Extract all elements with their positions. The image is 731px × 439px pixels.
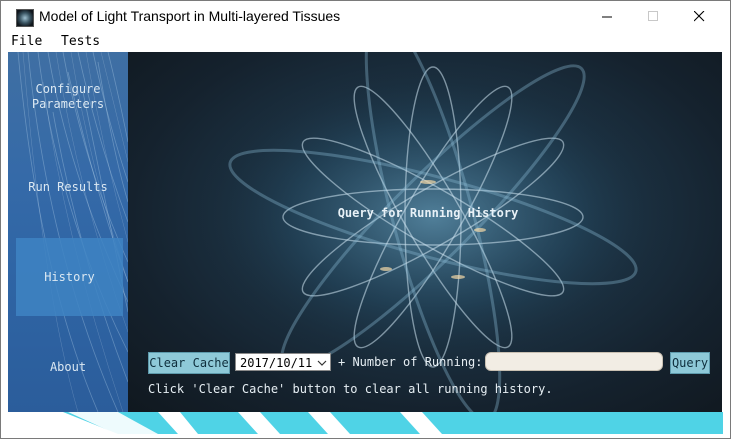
sidebar-item-configure-parameters[interactable]: Configure Parameters (8, 68, 128, 126)
running-count-input[interactable] (485, 352, 663, 371)
sidebar-item-history[interactable]: History (16, 238, 123, 316)
sidebar-item-label: Run Results (28, 179, 108, 194)
title-bar: Model of Light Transport in Multi-layere… (1, 1, 730, 32)
app-icon (16, 9, 34, 27)
window-border-bottom (1, 434, 730, 438)
menu-bar: File Tests (1, 32, 730, 52)
sidebar: Configure Parameters Run Results History… (8, 52, 128, 412)
menu-tests[interactable]: Tests (61, 34, 100, 49)
window-title: Model of Light Transport in Multi-layere… (39, 8, 341, 24)
footer-stripes-decoration (8, 412, 442, 434)
window-border-right (722, 52, 730, 412)
minimize-icon (601, 16, 612, 18)
maximize-button[interactable] (630, 1, 676, 32)
menu-file[interactable]: File (11, 34, 42, 49)
query-button[interactable]: Query (670, 352, 710, 374)
running-count-label: + Number of Running: (338, 355, 483, 369)
date-picker[interactable]: 2017/10/11 (235, 353, 331, 371)
sidebar-item-label: Configure Parameters (31, 82, 105, 111)
history-panel: Query for Running History Clear Cache 20… (128, 52, 722, 412)
sidebar-item-run-results[interactable]: Run Results (8, 158, 128, 216)
hint-text: Click 'Clear Cache' button to clear all … (148, 382, 553, 396)
window-border-left (1, 52, 8, 412)
close-icon (693, 11, 704, 22)
minimize-button[interactable] (584, 1, 630, 32)
footer-banner (8, 412, 723, 434)
maximize-icon (647, 11, 658, 21)
app-window: Model of Light Transport in Multi-layere… (0, 0, 731, 439)
close-button[interactable] (676, 1, 722, 32)
date-value: 2017/10/11 (240, 356, 313, 370)
clear-cache-button[interactable]: Clear Cache (148, 352, 230, 374)
page-title: Query for Running History (337, 206, 519, 220)
chevron-down-icon (317, 360, 327, 366)
sidebar-item-label: About (49, 359, 87, 374)
sidebar-item-label: History (44, 269, 95, 284)
sidebar-item-about[interactable]: About (8, 338, 128, 396)
